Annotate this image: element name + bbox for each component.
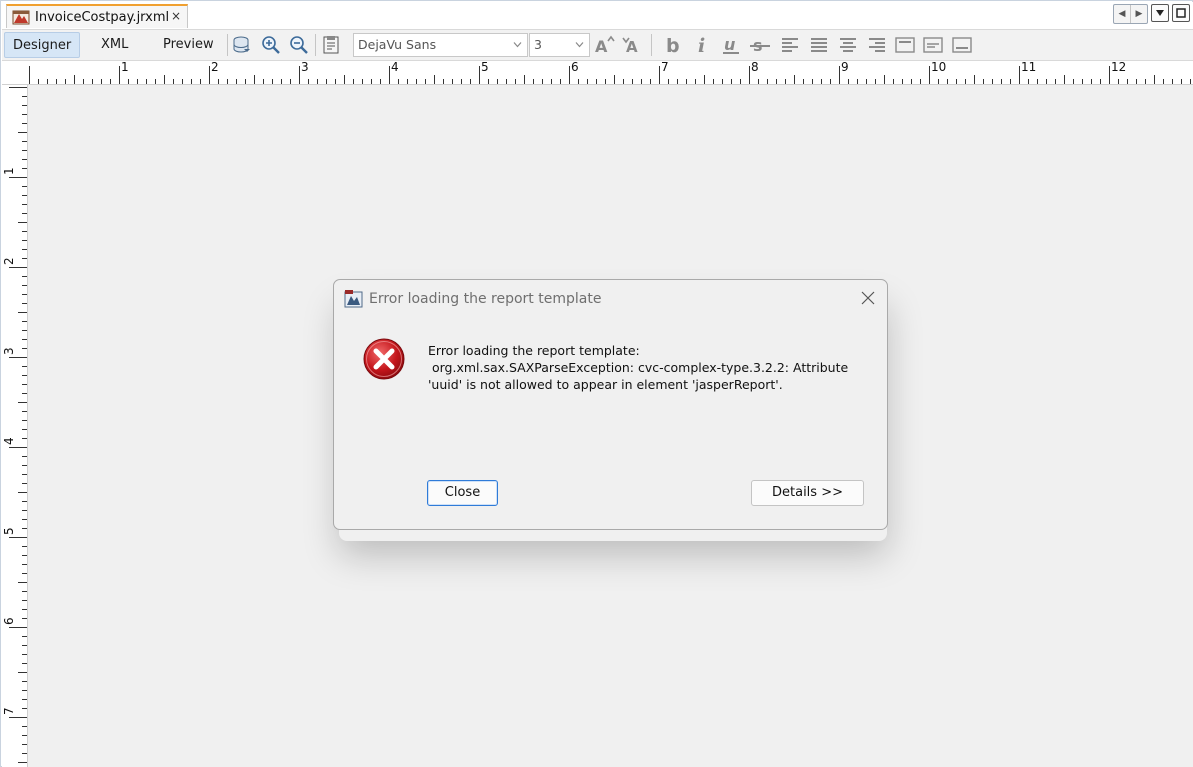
align-bottom-icon[interactable] [951,34,973,56]
align-left-icon[interactable] [779,34,801,56]
ruler-label: 6 [571,61,579,74]
ruler-label: 9 [841,61,849,74]
svg-text:i: i [698,35,705,56]
vertical-ruler: 1 2 3 4 5 6 7 [2,85,28,767]
ruler-label: 1 [2,167,16,175]
dialog-close-icon[interactable] [861,291,875,305]
error-message: Error loading the report template: org.x… [428,342,868,393]
font-size-combo[interactable]: 3 [529,33,590,57]
svg-text:u: u [724,35,735,54]
font-name-value: DejaVu Sans [358,37,437,52]
error-message-line: 'uuid' is not allowed to appear in eleme… [428,377,783,392]
strikethrough-icon[interactable]: s [749,34,771,56]
toolbar-separator [315,34,316,56]
font-name-combo[interactable]: DejaVu Sans [353,33,528,57]
scroll-right-icon[interactable]: ▶ [1130,5,1147,23]
vertical-ruler-ticks: 1 2 3 4 5 6 7 [2,87,27,763]
ruler-label: 7 [661,61,669,74]
horizontal-ruler: 1 2 3 4 5 6 7 8 9 10 11 12 [2,61,1193,85]
ruler-label: 1 [121,61,129,74]
file-tab-label: InvoiceCostpay.jrxml [35,9,170,25]
ruler-label: 5 [481,61,489,74]
align-middle-icon[interactable] [922,34,944,56]
tab-preview[interactable]: Preview [155,32,222,58]
ruler-label: 12 [1111,61,1126,74]
tab-xml[interactable]: XML [93,32,136,58]
ruler-label: 3 [2,347,16,355]
error-message-line: Error loading the report template: [428,343,640,358]
chevron-down-icon [575,42,584,48]
increase-font-icon[interactable]: A [594,34,616,56]
bold-icon[interactable]: b [661,34,683,56]
editor-window: InvoiceCostpay.jrxml × ◀ ▶ Designer XML … [0,0,1193,767]
underline-icon[interactable]: u [720,34,742,56]
horizontal-ruler-ticks: 1 2 3 4 5 6 7 8 9 10 11 12 [29,61,1191,84]
tab-close-icon[interactable]: × [171,9,181,23]
close-button[interactable]: Close [427,480,498,506]
window-controls: ◀ ▶ [1113,4,1190,24]
align-top-icon[interactable] [894,34,916,56]
zoom-out-icon[interactable] [289,35,309,55]
ruler-label: 10 [931,61,946,74]
svg-text:A: A [595,37,608,55]
font-size-value: 3 [534,37,542,52]
details-button[interactable]: Details >> [751,480,864,506]
tab-strip: InvoiceCostpay.jrxml × ◀ ▶ [2,2,1193,29]
italic-icon[interactable]: i [691,34,713,56]
error-message-line: org.xml.sax.SAXParseException: cvc-compl… [428,360,849,375]
tab-scroll-controls: ◀ ▶ [1113,4,1148,24]
decrease-font-icon[interactable]: A [622,34,644,56]
align-justify-icon[interactable] [808,34,830,56]
chevron-down-icon [513,42,522,48]
zoom-in-icon[interactable] [261,35,281,55]
format-properties-icon[interactable] [321,35,341,55]
error-dialog: Error loading the report template Error … [333,279,888,530]
jaspersoft-app-icon [344,290,363,308]
toolbar-separator [651,34,652,56]
svg-text:b: b [666,35,680,56]
ruler-label: 3 [301,61,309,74]
maximize-icon[interactable] [1172,4,1190,22]
ruler-label: 2 [2,257,16,265]
ruler-label: 5 [2,527,16,535]
tab-list-dropdown-icon[interactable] [1151,4,1169,22]
dialog-titlebar[interactable]: Error loading the report template [334,280,887,318]
error-icon [363,338,405,380]
align-center-icon[interactable] [837,34,859,56]
file-tab[interactable]: InvoiceCostpay.jrxml × [6,4,188,28]
jasper-file-icon [12,10,30,25]
align-right-icon[interactable] [866,34,888,56]
ruler-label: 7 [2,707,16,715]
ruler-label: 6 [2,617,16,625]
ruler-label: 4 [2,437,16,445]
dialog-title: Error loading the report template [369,291,602,307]
ruler-label: 4 [391,61,399,74]
ruler-label: 2 [211,61,219,74]
ruler-label: 11 [1021,61,1036,74]
datasource-icon[interactable] [232,35,252,55]
tab-designer[interactable]: Designer [4,32,81,58]
scroll-left-icon[interactable]: ◀ [1114,5,1130,23]
toolbar-separator [227,34,228,56]
report-toolbar: Designer XML Preview DejaVu Sans 3 A A b… [2,29,1193,61]
ruler-label: 8 [751,61,759,74]
